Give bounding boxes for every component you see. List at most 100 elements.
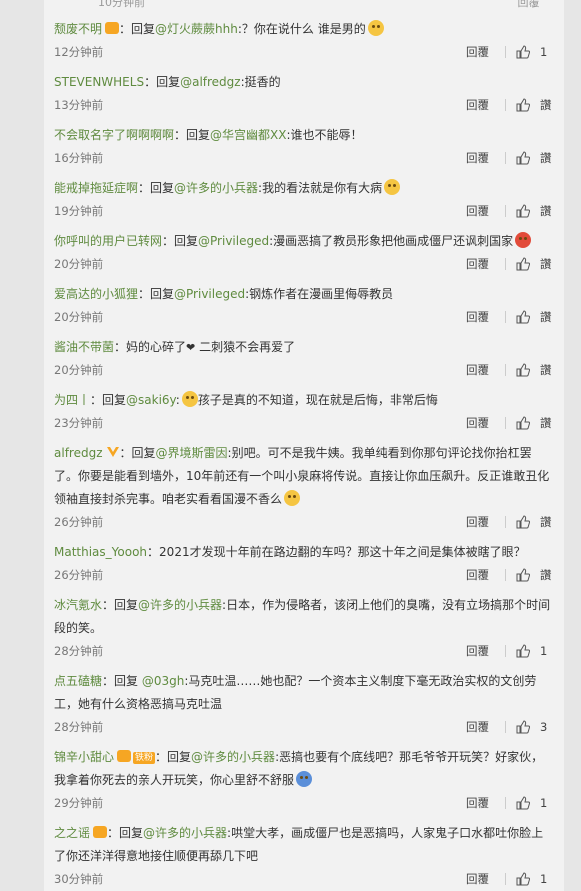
- like-count: 1: [540, 796, 548, 810]
- list-item: Matthias_Yoooh：2021才发现十年前在路边翻的车吗？那这十年之间是…: [54, 541, 554, 586]
- mention-link[interactable]: @saki6y: [126, 393, 176, 407]
- divider: [505, 516, 506, 528]
- reply-button[interactable]: 回覆: [466, 716, 489, 738]
- divider: [505, 645, 506, 657]
- mention-link[interactable]: @许多的小兵器: [143, 826, 227, 840]
- reply-button[interactable]: 回覆: [466, 868, 489, 890]
- mention-link[interactable]: @Privileged: [198, 234, 269, 248]
- username[interactable]: 为四丨: [54, 393, 90, 407]
- comment-time: 10分钟前: [98, 0, 145, 9]
- emoji-icon: [296, 771, 313, 787]
- reply-button[interactable]: 回覆: [466, 511, 489, 533]
- emoji-icon: [284, 490, 301, 506]
- comment-time: 13分钟前: [54, 98, 104, 112]
- mention-link[interactable]: @许多的小兵器: [138, 598, 222, 612]
- divider: [505, 258, 506, 270]
- reply-button[interactable]: 回覆: [466, 41, 489, 63]
- comment-time: 26分钟前: [54, 515, 104, 529]
- thumbs-up-icon[interactable]: [516, 796, 530, 810]
- mention-link[interactable]: @03gh: [142, 674, 185, 688]
- thumbs-up-icon[interactable]: [516, 204, 530, 218]
- like-count: 讚: [540, 416, 552, 430]
- like-count: 讚: [540, 98, 552, 112]
- thumbs-up-icon[interactable]: [516, 257, 530, 271]
- username[interactable]: 冰汽氪水: [54, 598, 102, 612]
- like-count: 讚: [540, 151, 552, 165]
- like-count: 讚: [540, 568, 552, 582]
- thumbs-up-icon[interactable]: [516, 644, 530, 658]
- thumbs-up-icon[interactable]: [516, 98, 530, 112]
- list-item: 锦辛小甜心 铁粉 ：回复@许多的小兵器:恶搞也要有个底线吧？那毛爷爷开玩笑？好家伙，…: [54, 746, 554, 814]
- username[interactable]: Matthias_Yoooh: [54, 545, 147, 559]
- username[interactable]: 锦辛小甜心: [54, 750, 114, 764]
- reply-button[interactable]: 回覆: [466, 564, 489, 586]
- divider: [505, 797, 506, 809]
- comment-time: 26分钟前: [54, 568, 104, 582]
- thumbs-up-icon[interactable]: [516, 363, 530, 377]
- list-item: 能戒掉拖延症啊：回复@许多的小兵器:我的看法就是你有大病 19分钟前 回覆 讚: [54, 177, 554, 222]
- comment-time: 29分钟前: [54, 796, 104, 810]
- reply-button[interactable]: 回覆: [466, 359, 489, 381]
- thumbs-up-icon[interactable]: [516, 568, 530, 582]
- username[interactable]: alfredgz: [54, 446, 103, 460]
- thumbs-up-icon[interactable]: [516, 515, 530, 529]
- reply-button[interactable]: 回覆: [466, 412, 489, 434]
- username[interactable]: 点五磕糖: [54, 674, 102, 688]
- like-count: 讚: [540, 310, 552, 324]
- username[interactable]: 爱高达的小狐狸: [54, 287, 138, 301]
- divider: [505, 569, 506, 581]
- reply-button[interactable]: 回覆: [466, 306, 489, 328]
- divider: [505, 311, 506, 323]
- list-item: 点五磕糖：回复 @03gh:马克吐温……她也配？一个资本主义制度下毫无政治实权的…: [54, 670, 554, 738]
- thumbs-up-icon[interactable]: [516, 151, 530, 165]
- mention-link[interactable]: @许多的小兵器: [191, 750, 275, 764]
- list-item: STEVENWHELS：回复@alfredgz:挺香的 13分钟前 回覆 讚: [54, 71, 554, 116]
- comment-time: 28分钟前: [54, 644, 104, 658]
- comment-time: 19分钟前: [54, 204, 104, 218]
- username[interactable]: 酱油不带菌: [54, 340, 114, 354]
- divider: [505, 152, 506, 164]
- like-count: 1: [540, 872, 548, 886]
- username[interactable]: 你呼叫的用户已转网: [54, 234, 162, 248]
- reply-button[interactable]: 回覆: [466, 147, 489, 169]
- mention-link[interactable]: @华宫幽都XX: [210, 128, 286, 142]
- mention-link[interactable]: @灯火蕨蕨hhh: [155, 22, 238, 36]
- reply-button[interactable]: 回覆: [466, 640, 489, 662]
- list-item: 颓废不明 ：回复@灯火蕨蕨hhh:？你在说什么 谁是男的 12分钟前 回覆 1: [54, 18, 554, 63]
- like-count: 讚: [540, 204, 552, 218]
- thumbs-up-icon[interactable]: [516, 872, 530, 886]
- username[interactable]: 能戒掉拖延症啊: [54, 181, 138, 195]
- thumbs-up-icon[interactable]: [516, 720, 530, 734]
- mention-link[interactable]: @Privileged: [174, 287, 245, 301]
- reply-button[interactable]: 回覆: [466, 94, 489, 116]
- reply-button[interactable]: 回覆: [518, 0, 540, 9]
- reply-button[interactable]: 回覆: [466, 253, 489, 275]
- comment-time: 30分钟前: [54, 872, 104, 886]
- divider: [505, 205, 506, 217]
- comment-time: 20分钟前: [54, 257, 104, 271]
- mention-link[interactable]: @界境斯雷因: [156, 446, 228, 460]
- mention-link[interactable]: @alfredgz: [180, 75, 241, 89]
- thumbs-up-icon[interactable]: [516, 416, 530, 430]
- username[interactable]: STEVENWHELS: [54, 75, 144, 89]
- previous-comment-meta: 10分钟前 回覆 讚: [98, 0, 564, 9]
- comment-text: 颓废不明 ：回复@灯火蕨蕨hhh:？你在说什么 谁是男的: [54, 18, 554, 41]
- comment-time: 23分钟前: [54, 416, 104, 430]
- list-item: 为四丨：回复@saki6y: 孩子是真的不知道，现在就是后悔，非常后悔 23分钟前…: [54, 389, 554, 434]
- username[interactable]: 不会取名字了啊啊啊啊: [54, 128, 174, 142]
- divider: [505, 873, 506, 885]
- fan-badge: 铁粉: [133, 752, 156, 764]
- reply-button[interactable]: 回覆: [466, 792, 489, 814]
- comment-time: 20分钟前: [54, 310, 104, 324]
- comment-time: 16分钟前: [54, 151, 104, 165]
- divider: [505, 46, 506, 58]
- comment-time: 20分钟前: [54, 363, 104, 377]
- mention-link[interactable]: @许多的小兵器: [174, 181, 258, 195]
- reply-button[interactable]: 回覆: [466, 200, 489, 222]
- emoji-icon: [384, 179, 401, 195]
- username[interactable]: 之之谣: [54, 826, 90, 840]
- comment-time: 28分钟前: [54, 720, 104, 734]
- username[interactable]: 颓废不明: [54, 22, 102, 36]
- thumbs-up-icon[interactable]: [516, 45, 530, 59]
- thumbs-up-icon[interactable]: [516, 310, 530, 324]
